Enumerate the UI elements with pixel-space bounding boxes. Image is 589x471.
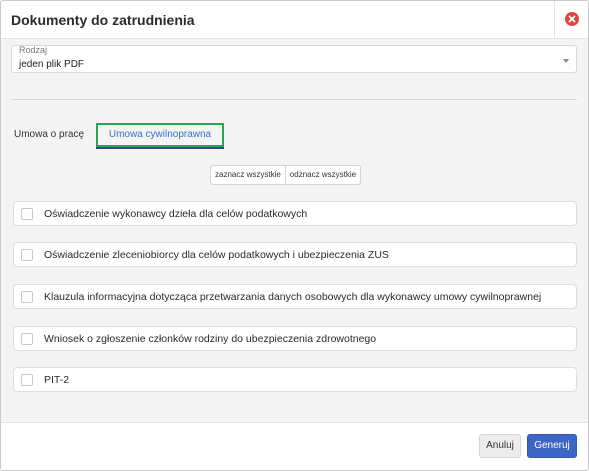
document-item[interactable]: Oświadczenie zleceniobiorcy dla celów po…: [13, 242, 577, 267]
documents-dialog: Dokumenty do zatrudnienia Rodzaj jeden p…: [0, 0, 589, 471]
tab-umowa-cywilnoprawna[interactable]: Umowa cywilnoprawna: [96, 123, 224, 147]
document-label: PIT-2: [44, 374, 70, 386]
document-label: Wniosek o zgłoszenie członków rodziny do…: [44, 333, 377, 345]
checkbox[interactable]: [21, 374, 33, 386]
document-label: Oświadczenie zleceniobiorcy dla celów po…: [44, 249, 389, 261]
select-all-button[interactable]: zaznacz wszystkie: [211, 166, 285, 184]
dialog-title: Dokumenty do zatrudnienia: [11, 12, 195, 28]
checkbox[interactable]: [21, 333, 33, 345]
chevron-down-icon: [563, 59, 569, 63]
dialog-header: Dokumenty do zatrudnienia: [1, 1, 588, 39]
document-type-value: jeden plik PDF: [19, 59, 85, 70]
tab-umowa-o-prace[interactable]: Umowa o pracę: [14, 129, 84, 140]
header-divider: [554, 1, 555, 38]
document-item[interactable]: PIT-2: [13, 367, 577, 392]
document-type-label: Rodzaj: [19, 45, 48, 55]
deselect-all-button[interactable]: odznacz wszystkie: [284, 166, 360, 184]
checkbox[interactable]: [21, 249, 33, 261]
active-tab-indicator: [96, 147, 224, 149]
checkbox[interactable]: [21, 291, 33, 303]
dialog-body: Rodzaj jeden plik PDF Umowa o pracę Umow…: [1, 39, 588, 422]
selection-button-group: zaznacz wszystkie odznacz wszystkie: [210, 165, 362, 185]
generate-button[interactable]: Generuj: [527, 434, 577, 458]
section-divider: [11, 99, 577, 100]
close-icon[interactable]: [565, 12, 579, 26]
dialog-footer: Anuluj Generuj: [1, 422, 588, 470]
document-label: Klauzula informacyjna dotycząca przetwar…: [44, 291, 542, 303]
cancel-button[interactable]: Anuluj: [479, 434, 521, 458]
document-label: Oświadczenie wykonawcy dzieła dla celów …: [44, 208, 308, 220]
document-type-select[interactable]: Rodzaj jeden plik PDF: [11, 45, 577, 73]
document-item[interactable]: Oświadczenie wykonawcy dzieła dla celów …: [13, 201, 577, 226]
document-item[interactable]: Wniosek o zgłoszenie członków rodziny do…: [13, 326, 577, 351]
document-item[interactable]: Klauzula informacyjna dotycząca przetwar…: [13, 284, 577, 309]
checkbox[interactable]: [21, 208, 33, 220]
